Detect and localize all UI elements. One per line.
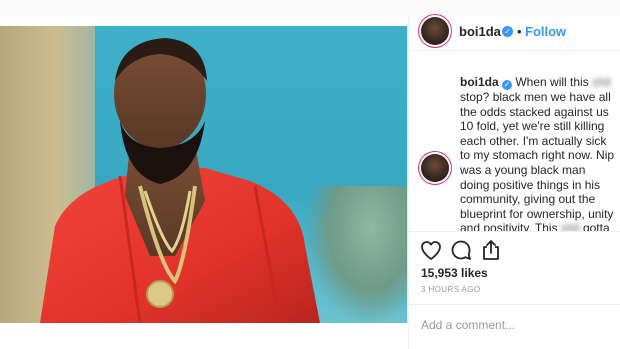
caption-username-link[interactable]: boi1da: [460, 75, 499, 89]
caption-avatar[interactable]: [421, 154, 449, 182]
follow-button[interactable]: Follow: [525, 24, 566, 39]
username-link[interactable]: boi1da: [459, 24, 501, 39]
comment-divider: [409, 304, 620, 305]
like-count[interactable]: 15,953 likes: [421, 266, 488, 280]
heart-icon[interactable]: [419, 238, 443, 262]
caption-text: boi1da ✓ When will this shit stop? black…: [460, 75, 618, 231]
verified-icon: ✓: [502, 80, 513, 90]
caption-area: boi1da ✓ When will this shit stop? black…: [409, 68, 620, 231]
verified-icon: ✓: [502, 26, 513, 37]
avatar[interactable]: [421, 17, 449, 45]
separator-dot: •: [517, 24, 522, 39]
browser-topbar: [0, 0, 620, 16]
caption-segment: When will this: [512, 75, 593, 89]
comment-icon[interactable]: [449, 238, 473, 262]
caption-segment-blurred: shit: [592, 75, 611, 89]
caption-segment-blurred: shit: [560, 221, 580, 231]
share-icon[interactable]: [479, 238, 503, 262]
caption-segment: stop? black men we have all the odds sta…: [460, 90, 615, 231]
action-bar: [409, 238, 620, 264]
post-image[interactable]: [0, 26, 408, 323]
header-divider: [409, 50, 620, 51]
subject-figure: [40, 38, 320, 323]
comment-input[interactable]: [421, 316, 611, 334]
actions-divider: [409, 231, 620, 232]
post-timestamp[interactable]: 3 HOURS AGO: [421, 285, 481, 294]
post-header: boi1da ✓ • Follow: [409, 16, 620, 50]
